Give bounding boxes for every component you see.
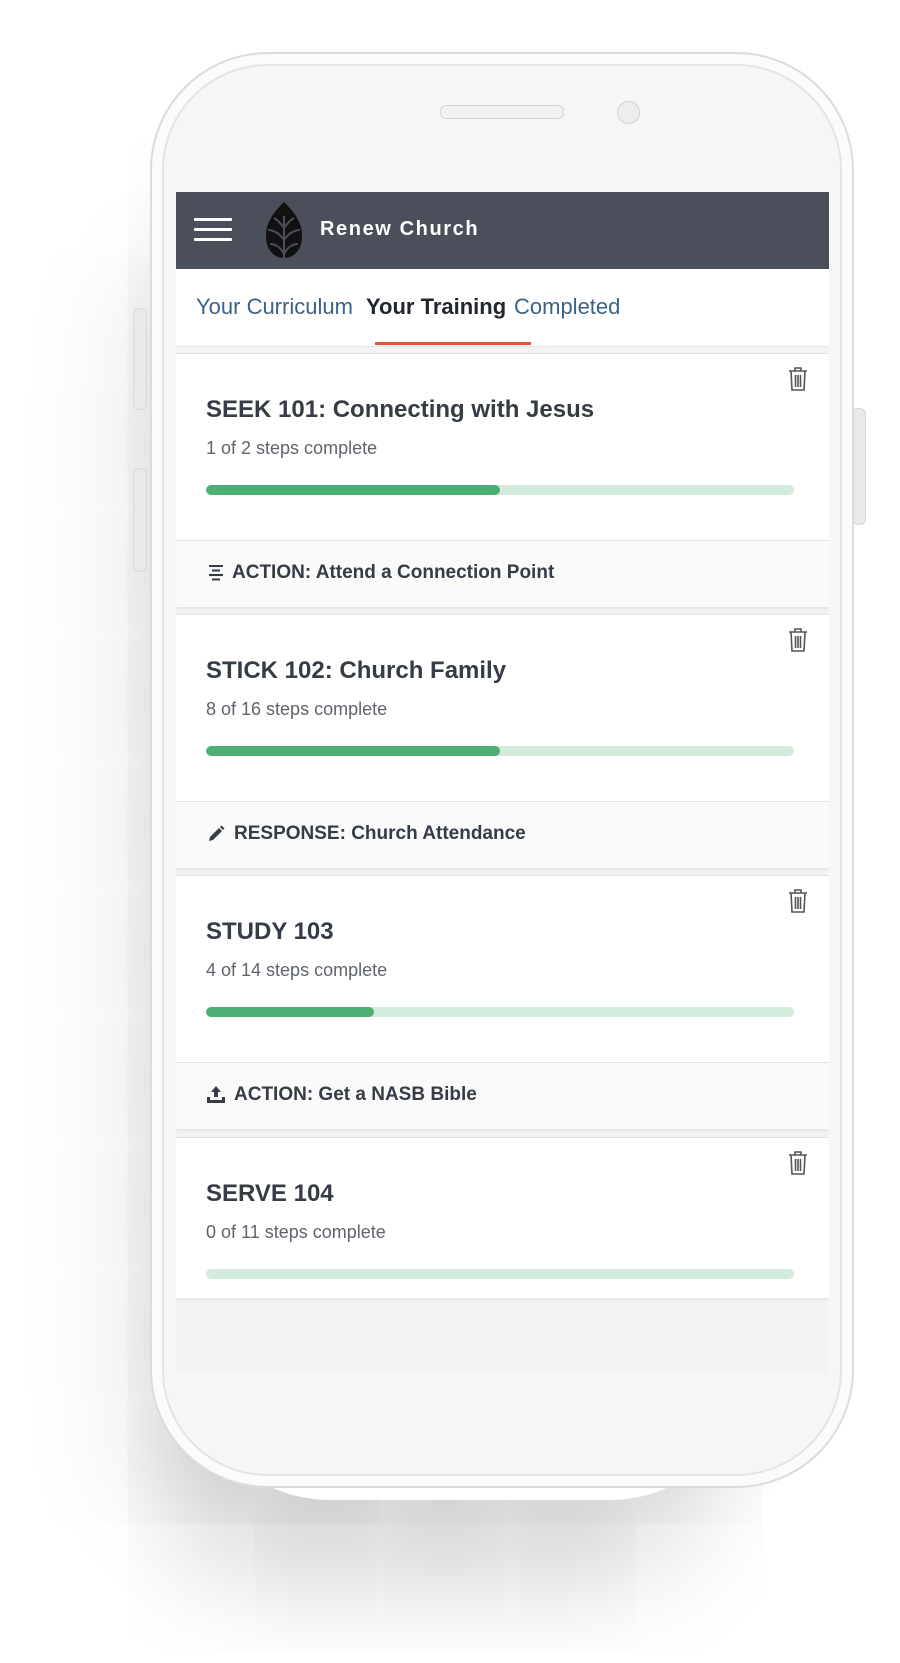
app-brand-name: Renew Church [320,218,480,240]
course-card-study-103: STUDY 103 4 of 14 steps complete ACTION:… [176,875,829,1129]
tab-your-training[interactable]: Your Training [366,269,506,346]
phone-power-button [852,408,866,525]
course-progress-fill [206,485,500,495]
trash-icon[interactable] [787,888,809,914]
course-card-serve-104: SERVE 104 0 of 11 steps complete [176,1137,829,1298]
tab-bar: Your Curriculum Your Training Completed [176,269,829,347]
tab-completed[interactable]: Completed [514,269,620,346]
align-center-icon [209,565,223,581]
course-next-action-label: ACTION: Get a NASB Bible [234,1084,477,1105]
course-next-action-label: RESPONSE: Church Attendance [234,823,526,844]
course-card-seek-101: SEEK 101: Connecting with Jesus 1 of 2 s… [176,353,829,607]
course-title: SERVE 104 [206,1180,334,1207]
course-title: STICK 102: Church Family [206,657,507,684]
course-card-body[interactable]: STUDY 103 4 of 14 steps complete [176,876,829,1062]
phone-side-button-lower [133,468,147,572]
course-progress-bar [206,1007,794,1017]
pinecone-logo-icon [266,202,302,258]
phone-mockup-stage: Renew Church Your Curriculum Your Traini… [0,0,900,1663]
course-next-action[interactable]: ACTION: Attend a Connection Point [176,540,829,607]
course-title: SEEK 101: Connecting with Jesus [206,396,595,423]
phone-side-button-upper [133,308,147,410]
course-progress-fill [206,746,500,756]
course-next-action[interactable]: RESPONSE: Church Attendance [176,801,829,868]
phone-camera [617,101,640,124]
course-card-body[interactable]: STICK 102: Church Family 8 of 16 steps c… [176,615,829,801]
hamburger-menu-icon[interactable] [194,218,232,242]
trash-icon[interactable] [787,366,809,392]
course-next-action-label: ACTION: Attend a Connection Point [232,562,555,583]
tab-your-curriculum[interactable]: Your Curriculum [196,269,353,346]
course-card-body[interactable]: SEEK 101: Connecting with Jesus 1 of 2 s… [176,354,829,540]
course-card-stick-102: STICK 102: Church Family 8 of 16 steps c… [176,614,829,868]
phone-speaker [440,105,564,119]
course-progress-bar [206,485,794,495]
course-card-body[interactable]: SERVE 104 0 of 11 steps complete [176,1138,829,1298]
upload-icon [207,1086,225,1103]
course-progress-fill [206,1007,374,1017]
trash-icon[interactable] [787,627,809,653]
course-progress-bar [206,1269,794,1279]
course-status: 1 of 2 steps complete [206,438,378,458]
course-status: 0 of 11 steps complete [206,1222,386,1242]
app-screen: Renew Church Your Curriculum Your Traini… [176,192,829,1374]
course-progress-bar [206,746,794,756]
course-next-action[interactable]: ACTION: Get a NASB Bible [176,1062,829,1129]
course-title: STUDY 103 [206,918,334,945]
course-status: 4 of 14 steps complete [206,960,388,980]
trash-icon[interactable] [787,1150,809,1176]
app-header: Renew Church [176,192,829,269]
pencil-icon [209,825,225,841]
course-status: 8 of 16 steps complete [206,699,388,719]
active-tab-indicator [375,342,531,345]
